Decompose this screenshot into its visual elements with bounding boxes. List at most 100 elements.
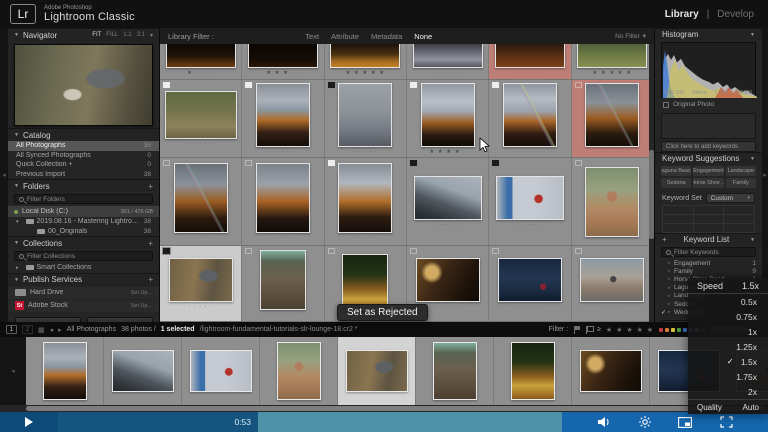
star-rating[interactable]: · · · · · [600,149,624,155]
collections-header[interactable]: ▼ Collections + [8,236,159,249]
star-filter-icons[interactable]: ★ ★ ★ ★ ★ [606,326,654,334]
secondary-window-button[interactable]: 2 [22,325,33,334]
filter-option[interactable]: Metadata [371,32,402,41]
collapse-triangle-icon[interactable]: ▼ [14,183,19,189]
add-collection-button[interactable]: + [148,239,153,248]
speed-menu-header[interactable]: Speed 1.5x [688,278,768,294]
add-keywords-input[interactable]: Click here to add keywords [661,141,756,152]
photo-thumbnail[interactable] [421,83,475,147]
disclosure-icon[interactable]: ▾ [16,219,19,225]
star-rating[interactable]: · · · · · [189,304,213,310]
keyword-list-header[interactable]: + Keyword List ▼ [655,233,762,245]
speed-option[interactable]: 0.75x [688,309,768,324]
collapse-triangle-icon[interactable]: ▼ [14,240,19,246]
zoom-more-icon[interactable]: ▾ [150,32,153,39]
keyword-set-cell[interactable] [724,206,755,215]
keyword-set-cell[interactable] [724,215,755,224]
publish-services-header[interactable]: ▼ Publish Services + [8,273,159,286]
keyword-set-cell[interactable] [694,215,725,224]
filmstrip-scrollbar[interactable] [0,405,768,412]
add-folder-button[interactable]: + [148,182,153,191]
speed-option[interactable]: 0.5x [688,294,768,309]
photo-thumbnail[interactable] [277,342,321,400]
grid-photo-cell[interactable]: · · · · · [407,44,489,79]
star-rating[interactable]: · · · · · [518,149,542,155]
color-label-dot[interactable] [665,328,669,332]
folders-header[interactable]: ▼ Folders + [8,179,159,192]
photo-thumbnail[interactable] [416,258,480,302]
original-photo-checkbox[interactable] [663,102,669,108]
picture-in-picture-icon[interactable] [678,417,692,428]
filter-option[interactable]: Text [305,32,319,41]
star-rating[interactable]: ★ ★ ★ ★ ★ [592,70,632,76]
grid-photo-cell[interactable]: · · · · · [489,80,571,157]
flag-icon[interactable] [492,160,499,166]
forward-arrow-icon[interactable]: ▸ [58,326,62,334]
flag-icon[interactable] [245,248,252,254]
grid-photo-cell[interactable]: · · · · · [160,246,242,321]
catalog-item[interactable]: All Synced Photographs0 [8,151,159,161]
photo-thumbnail[interactable] [112,350,174,392]
module-develop[interactable]: Develop [717,9,754,20]
star-rating[interactable]: ★ ★ ★ · · [266,70,300,76]
grid-photo-cell[interactable]: · · · · · [572,80,654,157]
source-label[interactable]: All Photographs [67,326,116,333]
photo-thumbnail[interactable] [174,163,228,233]
keyword-suggestion[interactable]: Laguna Beach [661,166,691,176]
grid-photo-cell[interactable]: · · · · · [572,246,654,321]
settings-gear-icon[interactable] [639,416,651,428]
flag-icon[interactable] [328,248,335,254]
grid-photo-cell[interactable]: ★ ★ ★ ★ · [407,80,489,157]
add-publish-service-button[interactable]: + [148,275,153,284]
collapse-triangle-icon[interactable]: ▼ [14,132,19,138]
photo-thumbnail[interactable] [414,176,482,220]
navigator-header[interactable]: ▼ Navigator FIT FILL 1:1 3:1 ▾ [8,28,159,41]
flag-icon[interactable] [245,82,252,88]
star-rating[interactable]: ★ ★ ★ ★ ★ [345,70,385,76]
zoom-1-1[interactable]: 1:1 [123,32,131,38]
volume-icon[interactable] [597,416,611,428]
grid-photo-cell[interactable]: · · · · · [242,158,324,245]
keyword-suggestion[interactable]: Sedona [661,178,691,188]
photo-thumbnail[interactable] [256,83,310,147]
filmstrip-cell[interactable] [338,337,416,405]
photo-thumbnail[interactable] [577,44,647,68]
catalog-header[interactable]: ▼ Catalog [8,128,159,141]
collapse-triangle-icon[interactable]: ▼ [750,237,755,243]
speed-option[interactable]: 1.25x [688,339,768,354]
grid-view-icon[interactable]: ▦ [38,326,45,334]
star-rating[interactable]: · · · · · [518,70,542,76]
keyword-set-cell[interactable] [663,206,694,215]
zoom-3-1[interactable]: 3:1 [137,32,145,38]
photo-thumbnail[interactable] [498,258,562,302]
filter-collections-input[interactable]: Filter Collections [14,251,153,261]
photo-thumbnail[interactable] [503,83,557,147]
star-rating[interactable]: · · · · · [353,149,377,155]
filmstrip-cell[interactable] [416,337,494,405]
keyword-set-cell[interactable] [694,206,725,215]
star-rating[interactable]: ★ · · · · [187,70,214,76]
zoom-fill[interactable]: FILL [106,32,118,38]
photo-thumbnail[interactable] [190,350,252,392]
flag-icon[interactable] [328,160,335,166]
color-label-dot[interactable] [671,328,675,332]
folder-item[interactable]: ▾2019.08.16 - Mastering Lightroom Fundam… [8,217,159,227]
keyword-suggestion[interactable]: Family [726,178,756,188]
keyword-set-cell[interactable] [663,215,694,224]
grid-photo-cell[interactable]: · · · · · [407,158,489,245]
filter-option[interactable]: Attribute [331,32,359,41]
filter-option[interactable]: None [414,32,432,41]
quality-row[interactable]: Quality Auto [688,399,768,414]
grid-photo-cell[interactable]: · · · · · [325,158,407,245]
star-rating[interactable]: · · · · · [271,312,295,318]
filmstrip-cell[interactable] [494,337,572,405]
star-rating[interactable]: · · · · · [189,235,213,241]
scrollbar-thumb[interactable] [26,406,766,411]
photo-thumbnail[interactable] [413,44,483,68]
grid-photo-cell[interactable]: · · · · · [325,80,407,157]
star-rating[interactable]: · · · · · [353,235,377,241]
grid-photo-cell[interactable]: · · · · · [160,158,242,245]
module-library[interactable]: Library [665,9,699,20]
pick-flag-icon[interactable] [573,326,580,334]
filmstrip-scroll-left-arrow[interactable]: ◂ [0,337,26,405]
